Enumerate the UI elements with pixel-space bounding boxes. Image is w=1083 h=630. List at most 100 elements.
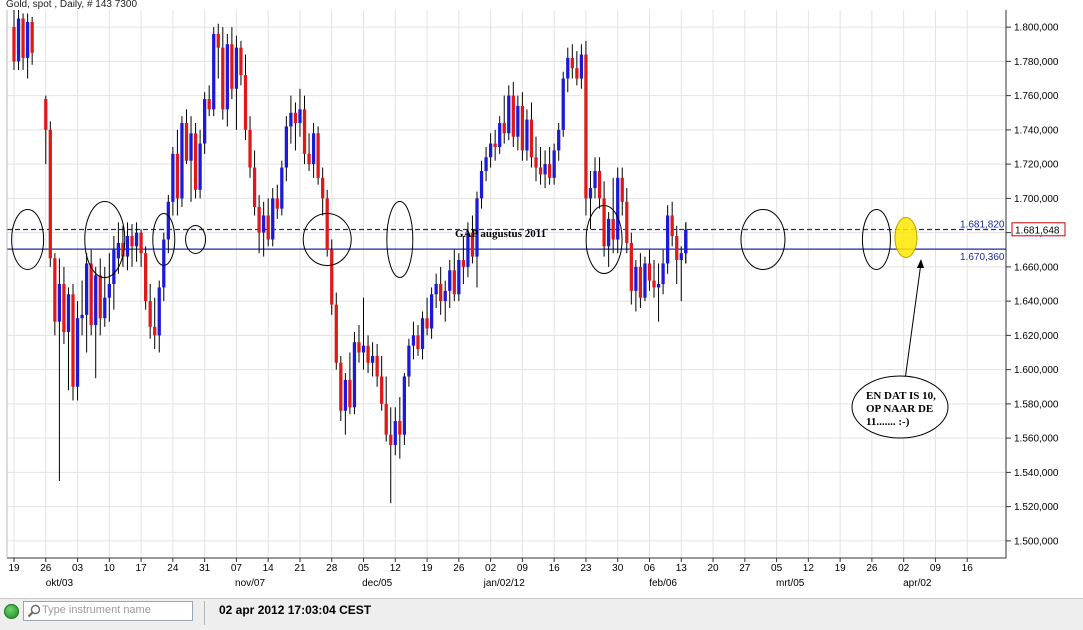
candle-body — [488, 143, 493, 158]
candle-body — [670, 215, 674, 237]
y-tick-label: 1.540,000 — [1014, 468, 1059, 479]
x-tick-label: 05 — [771, 563, 783, 574]
candle-body — [411, 335, 416, 346]
candle-body — [511, 95, 515, 137]
level-label: 1.670,360 — [960, 252, 1005, 263]
candle-body — [552, 150, 556, 178]
x-tick-label: 02 — [485, 563, 497, 574]
candle-body — [193, 133, 198, 190]
candle-body — [53, 258, 57, 322]
candle-body — [684, 229, 688, 254]
candle-body — [547, 164, 552, 178]
x-tick-label: 30 — [612, 563, 624, 574]
y-tick-label: 1.600,000 — [1014, 365, 1059, 376]
instrument-search[interactable] — [23, 601, 193, 621]
y-tick-label: 1.760,000 — [1014, 91, 1059, 102]
candle-body — [293, 112, 298, 124]
candle-body — [366, 345, 370, 363]
candle-body — [302, 109, 307, 154]
candle-body — [139, 232, 143, 254]
x-tick-label: 17 — [136, 563, 148, 574]
candle-body — [679, 253, 683, 261]
candle-body — [597, 170, 602, 199]
candle-body — [266, 215, 270, 240]
candle-body — [207, 99, 211, 110]
candle-body — [529, 119, 534, 158]
candle-body — [271, 198, 275, 240]
candle-body — [148, 301, 152, 327]
candle-body — [84, 263, 89, 315]
candle-body — [166, 201, 170, 240]
x-tick-label: 06 — [644, 563, 656, 574]
candle-body — [620, 177, 624, 202]
candle-body — [389, 434, 393, 445]
x-tick-label: 19 — [8, 563, 20, 574]
annotation-note-line: 11....... :-) — [866, 416, 910, 428]
candle-body — [457, 260, 461, 295]
candle-body — [407, 345, 411, 377]
search-icon — [27, 604, 41, 618]
y-tick-label: 1.720,000 — [1014, 160, 1059, 171]
x-tick-label: 05 — [358, 563, 370, 574]
candle-body — [339, 362, 343, 411]
candle-body — [330, 249, 334, 305]
candle-body — [484, 157, 488, 171]
candle-body — [280, 167, 284, 209]
y-tick-label: 1.700,000 — [1014, 194, 1059, 205]
candle-body — [398, 421, 402, 435]
x-tick-label: 09 — [517, 563, 529, 574]
candle-body — [134, 232, 139, 247]
candle-body — [98, 275, 102, 319]
candle-body — [198, 143, 202, 190]
candle-body — [402, 376, 407, 435]
candle-body — [656, 284, 661, 288]
candle-body — [30, 21, 34, 53]
y-tick-label: 1.620,000 — [1014, 331, 1059, 342]
x-tick-label: 03 — [72, 563, 84, 574]
y-tick-label: 1.640,000 — [1014, 297, 1059, 308]
candle-body — [80, 314, 84, 319]
candle-body — [606, 218, 611, 247]
x-month-label: apr/02 — [903, 578, 932, 589]
candle-body — [461, 260, 466, 267]
candle-body — [348, 379, 352, 408]
candle-body — [516, 105, 520, 137]
candle-body — [57, 284, 62, 322]
y-tick-label: 1.780,000 — [1014, 57, 1059, 68]
candle-body — [588, 188, 593, 199]
instrument-search-input[interactable] — [42, 603, 188, 617]
x-tick-label: 24 — [167, 563, 179, 574]
candle-body — [75, 318, 80, 387]
candle-body — [230, 44, 234, 89]
x-tick-label: 26 — [40, 563, 52, 574]
candle-body — [439, 284, 443, 302]
candle-body — [12, 27, 16, 62]
candle-body — [561, 78, 565, 130]
x-tick-label: 26 — [866, 563, 878, 574]
x-tick-label: 21 — [294, 563, 306, 574]
x-tick-label: 23 — [580, 563, 592, 574]
status-datetime: 02 apr 2012 17:03:04 CEST — [219, 603, 372, 617]
candle-body — [543, 164, 547, 175]
candle-body — [162, 239, 166, 288]
x-tick-label: 16 — [962, 563, 974, 574]
candle-body — [352, 342, 357, 408]
candle-body — [275, 198, 279, 209]
y-tick-label: 1.500,000 — [1014, 536, 1059, 547]
x-month-label: nov/07 — [235, 578, 265, 589]
candle-body — [216, 33, 220, 48]
candle-body — [557, 129, 561, 151]
x-month-label: okt/03 — [46, 578, 74, 589]
candle-body — [116, 242, 121, 259]
candle-body — [343, 379, 347, 411]
status-divider — [204, 601, 205, 625]
highlight-ellipse — [894, 216, 918, 258]
x-tick-label: 31 — [199, 563, 211, 574]
candle-body — [611, 218, 615, 240]
candle-body — [221, 47, 225, 110]
candle-body — [25, 21, 30, 58]
chart-title: Gold, spot , Daily, # 143 7300 — [6, 0, 137, 10]
y-tick-label: 1.740,000 — [1014, 125, 1059, 136]
candle-body — [534, 157, 538, 168]
candle-body — [652, 280, 656, 288]
